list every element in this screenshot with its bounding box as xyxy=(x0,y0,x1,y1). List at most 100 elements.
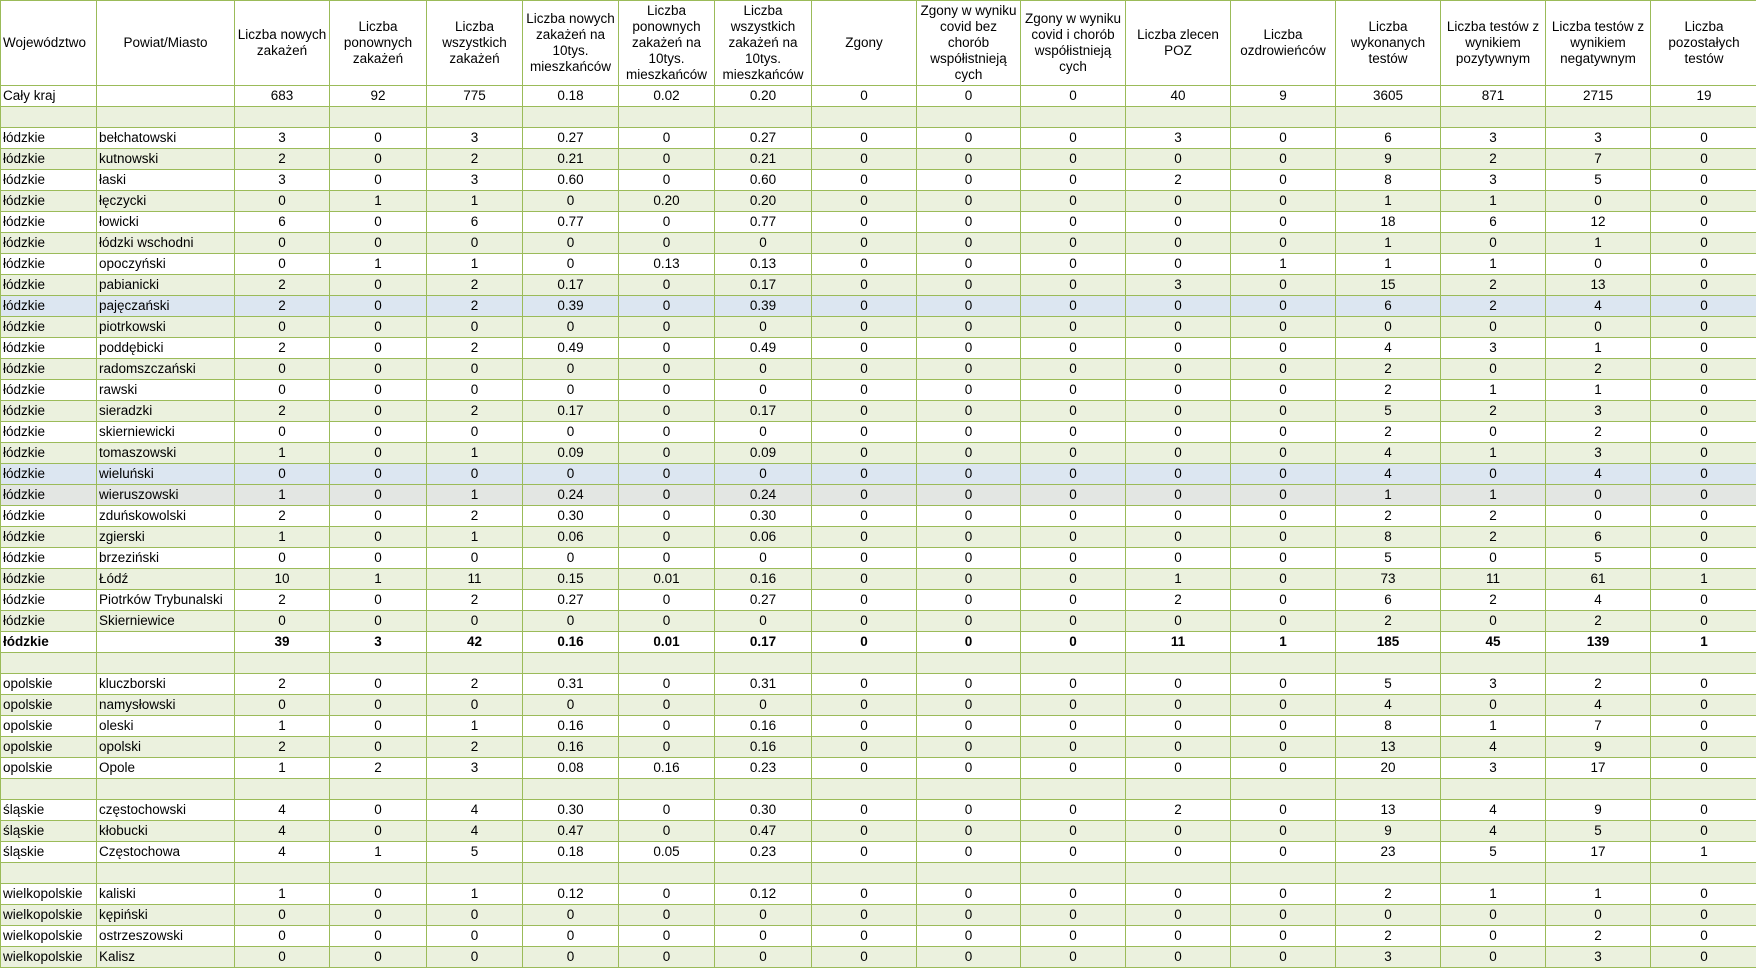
region-cell[interactable]: opolskie xyxy=(0,694,97,716)
value-cell[interactable]: 0 xyxy=(1125,820,1231,842)
value-cell[interactable]: 0 xyxy=(329,442,427,464)
value-cell[interactable]: 0 xyxy=(329,505,427,527)
empty-cell[interactable] xyxy=(0,778,97,800)
value-cell[interactable]: 1 xyxy=(1545,337,1651,359)
empty-cell[interactable] xyxy=(522,106,619,128)
value-cell[interactable]: 0 xyxy=(916,757,1021,779)
empty-cell[interactable] xyxy=(96,862,235,884)
empty-cell[interactable] xyxy=(1020,106,1126,128)
region-cell[interactable]: opolskie xyxy=(0,736,97,758)
value-cell[interactable]: 3 xyxy=(234,169,330,191)
value-cell[interactable]: 0 xyxy=(1650,715,1756,737)
value-cell[interactable]: 0 xyxy=(1020,715,1126,737)
value-cell[interactable]: 1 xyxy=(426,190,523,212)
value-cell[interactable]: 0 xyxy=(916,883,1021,905)
value-cell[interactable]: 1 xyxy=(426,883,523,905)
column-header[interactable]: Liczba wszystkich zakażeń xyxy=(426,0,523,86)
value-cell[interactable]: 0 xyxy=(916,631,1021,653)
value-cell[interactable]: 0 xyxy=(618,211,715,233)
value-cell[interactable]: 0 xyxy=(1125,883,1231,905)
value-cell[interactable]: 2 xyxy=(426,400,523,422)
value-cell[interactable]: 5 xyxy=(1545,547,1651,569)
value-cell[interactable]: 0 xyxy=(1440,904,1546,926)
empty-cell[interactable] xyxy=(426,652,523,674)
empty-cell[interactable] xyxy=(1545,652,1651,674)
value-cell[interactable]: 0 xyxy=(1230,421,1336,443)
value-cell[interactable]: 0 xyxy=(1020,673,1126,695)
value-cell[interactable]: 0 xyxy=(1230,757,1336,779)
column-header[interactable]: Zgony xyxy=(811,0,917,86)
value-cell[interactable]: 0 xyxy=(618,358,715,380)
value-cell[interactable]: 0 xyxy=(1440,463,1546,485)
value-cell[interactable]: 6 xyxy=(1440,211,1546,233)
region-cell[interactable]: łódzkie xyxy=(0,526,97,548)
value-cell[interactable]: 0 xyxy=(426,946,523,968)
value-cell[interactable]: 0 xyxy=(811,841,917,863)
region-cell[interactable]: łódzkie xyxy=(0,295,97,317)
column-header[interactable]: Liczba ozdrowieńców xyxy=(1230,0,1336,86)
value-cell[interactable]: 0 xyxy=(426,925,523,947)
value-cell[interactable]: 3 xyxy=(426,169,523,191)
value-cell[interactable]: 0.12 xyxy=(714,883,812,905)
value-cell[interactable]: 0 xyxy=(234,610,330,632)
value-cell[interactable]: 0 xyxy=(1230,505,1336,527)
value-cell[interactable]: 0 xyxy=(1230,883,1336,905)
value-cell[interactable]: 0 xyxy=(1020,904,1126,926)
value-cell[interactable]: 0 xyxy=(811,169,917,191)
column-header[interactable]: Liczba zlecen POZ xyxy=(1125,0,1231,86)
value-cell[interactable]: 2 xyxy=(1335,421,1441,443)
value-cell[interactable]: 0 xyxy=(916,442,1021,464)
value-cell[interactable]: 0.13 xyxy=(714,253,812,275)
value-cell[interactable]: 2 xyxy=(234,589,330,611)
empty-cell[interactable] xyxy=(1335,106,1441,128)
value-cell[interactable]: 0 xyxy=(1125,337,1231,359)
value-cell[interactable]: 0.77 xyxy=(714,211,812,233)
value-cell[interactable]: 0 xyxy=(426,463,523,485)
value-cell[interactable]: 3605 xyxy=(1335,85,1441,107)
column-header[interactable]: Liczba ponownych zakażeń na 10tys. miesz… xyxy=(618,0,715,86)
value-cell[interactable]: 1 xyxy=(1440,379,1546,401)
value-cell[interactable]: 0 xyxy=(618,547,715,569)
district-cell[interactable]: łaski xyxy=(96,169,235,191)
district-cell[interactable]: Piotrków Trybunalski xyxy=(96,589,235,611)
value-cell[interactable]: 0 xyxy=(1020,337,1126,359)
value-cell[interactable]: 4 xyxy=(1440,820,1546,842)
value-cell[interactable]: 0.18 xyxy=(522,841,619,863)
value-cell[interactable]: 0 xyxy=(1125,442,1231,464)
value-cell[interactable]: 0 xyxy=(1230,694,1336,716)
value-cell[interactable]: 0 xyxy=(1650,127,1756,149)
district-cell[interactable]: Kalisz xyxy=(96,946,235,968)
value-cell[interactable]: 0 xyxy=(1545,190,1651,212)
value-cell[interactable]: 0 xyxy=(329,589,427,611)
value-cell[interactable]: 0 xyxy=(1230,148,1336,170)
region-cell[interactable]: łódzkie xyxy=(0,463,97,485)
region-cell[interactable]: łódzkie xyxy=(0,610,97,632)
value-cell[interactable]: 3 xyxy=(1125,274,1231,296)
value-cell[interactable]: 0 xyxy=(1020,547,1126,569)
empty-cell[interactable] xyxy=(329,778,427,800)
empty-cell[interactable] xyxy=(1440,652,1546,674)
value-cell[interactable]: 0.47 xyxy=(714,820,812,842)
value-cell[interactable]: 2 xyxy=(234,274,330,296)
region-cell[interactable]: łódzkie xyxy=(0,421,97,443)
value-cell[interactable]: 3 xyxy=(1335,946,1441,968)
value-cell[interactable]: 9 xyxy=(1335,148,1441,170)
value-cell[interactable]: 2 xyxy=(1335,379,1441,401)
value-cell[interactable]: 0 xyxy=(1650,400,1756,422)
value-cell[interactable]: 0 xyxy=(1650,589,1756,611)
value-cell[interactable]: 0 xyxy=(618,400,715,422)
value-cell[interactable]: 1 xyxy=(426,526,523,548)
value-cell[interactable]: 0 xyxy=(714,925,812,947)
value-cell[interactable]: 2 xyxy=(234,673,330,695)
value-cell[interactable]: 0.17 xyxy=(714,631,812,653)
value-cell[interactable]: 2 xyxy=(1125,799,1231,821)
value-cell[interactable]: 0 xyxy=(329,463,427,485)
region-cell[interactable]: łódzkie xyxy=(0,379,97,401)
value-cell[interactable]: 0 xyxy=(329,715,427,737)
district-cell[interactable]: pajęczański xyxy=(96,295,235,317)
value-cell[interactable]: 0 xyxy=(916,589,1021,611)
value-cell[interactable]: 0.60 xyxy=(714,169,812,191)
value-cell[interactable]: 0 xyxy=(426,547,523,569)
district-cell[interactable]: kutnowski xyxy=(96,148,235,170)
value-cell[interactable]: 0 xyxy=(811,295,917,317)
